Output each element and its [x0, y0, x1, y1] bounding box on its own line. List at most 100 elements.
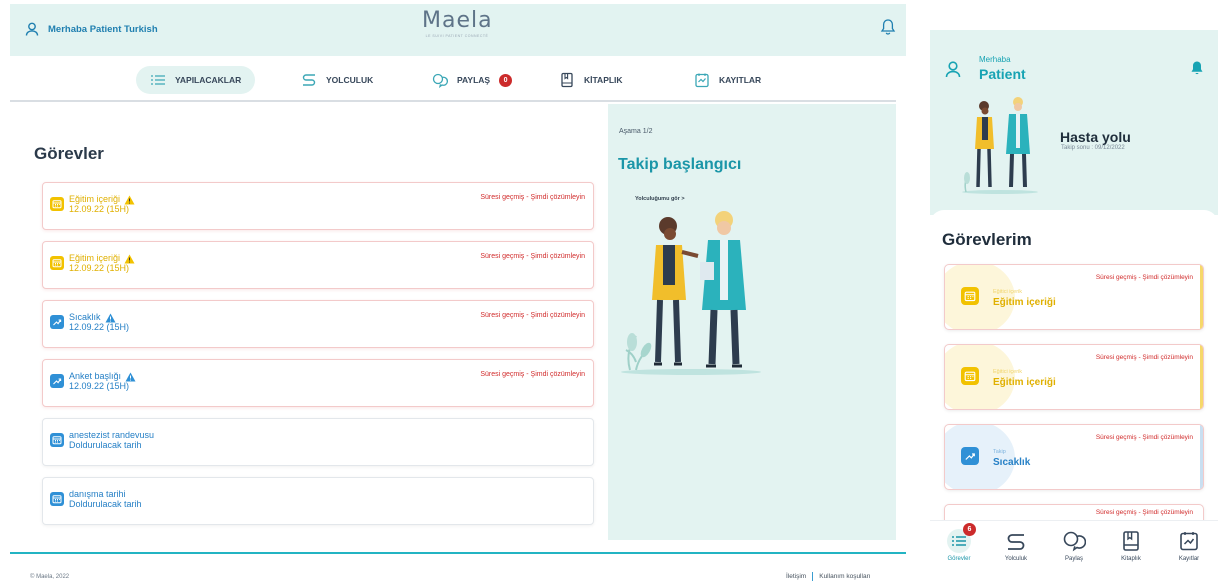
calendar-icon	[50, 197, 64, 211]
overdue-status[interactable]: Süresi geçmiş - Şimdi çözümleyin	[1096, 434, 1193, 441]
task-card[interactable]: Sıcaklık 12.09.22 (15H) Süresi geçmiş - …	[42, 300, 594, 348]
card-category: Eğitici içerik	[993, 369, 1023, 375]
route-icon	[1007, 534, 1025, 550]
logo-tagline: LE SUIVI PATIENT CONNECTÉ	[425, 34, 489, 38]
task-card[interactable]: danışma tarihi Doldurulacak tarih	[42, 477, 594, 525]
mobile-user-name: Patient	[979, 66, 1026, 82]
nav-label: KAYITLAR	[719, 75, 762, 85]
mobile-view: Merhaba Patient Hasta yolu Takip sonu : …	[930, 30, 1218, 583]
warning-icon	[105, 313, 116, 322]
tab-tasks[interactable]: Görevler 6	[934, 523, 984, 562]
main-nav: YAPILACAKLAR YOLCULUK PAYLAŞ 0 KİTAPLIK …	[10, 56, 896, 102]
mobile-task-card[interactable]: Süresi geçmiş - Şimdi çözümleyin Eğitici…	[944, 344, 1204, 410]
overdue-status[interactable]: Süresi geçmiş - Şimdi çözümleyin	[480, 371, 585, 378]
mobile-task-card[interactable]: Süresi geçmiş - Şimdi çözümleyin Takip S…	[944, 424, 1204, 490]
journey-panel: Aşama 1/2 Takip başlangıcı Yolculuğumu g…	[608, 104, 896, 540]
footer-divider	[10, 552, 906, 554]
overdue-status[interactable]: Süresi geçmiş - Şimdi çözümleyin	[480, 253, 585, 260]
calendar-icon	[50, 433, 64, 447]
greeting-text: Merhaba Patient Turkish	[48, 23, 158, 35]
tasks-panel: Görevler Eğitim içeriği 12.09.22 (15H) S…	[10, 104, 608, 540]
card-category: Eğitici içerik	[993, 289, 1023, 295]
card-edge	[1200, 425, 1203, 489]
task-date: Doldurulacak tarih	[69, 499, 142, 509]
card-title: Eğitim içeriği	[993, 377, 1056, 388]
overdue-status[interactable]: Süresi geçmiş - Şimdi çözümleyin	[1096, 509, 1193, 516]
records-icon	[695, 73, 709, 88]
nav-tab-records[interactable]: KAYITLAR	[680, 66, 775, 94]
tab-label: Paylaş	[1064, 556, 1083, 562]
top-bar: Merhaba Patient Turkish Maela LE SUIVI P…	[10, 4, 906, 56]
user-icon	[25, 22, 39, 36]
task-card[interactable]: Eğitim içeriği 12.09.22 (15H) Süresi geç…	[42, 241, 594, 289]
mobile-task-card[interactable]: Süresi geçmiş - Şimdi çözümleyin Eğitici…	[944, 264, 1204, 330]
logo-word: Maela	[422, 8, 493, 33]
nav-label: PAYLAŞ	[457, 75, 491, 85]
mobile-greeting: Merhaba	[979, 55, 1011, 64]
mobile-tab-bar: Görevler 6 Yolculuk Paylaş Kitaplık Kayı…	[930, 520, 1218, 583]
contact-link[interactable]: İletişim	[786, 573, 806, 580]
nav-tab-tasks[interactable]: YAPILACAKLAR	[136, 66, 256, 94]
patient-doctor-illustration	[962, 97, 1038, 194]
nav-tab-library[interactable]: KİTAPLIK	[545, 66, 637, 94]
desktop-view: Merhaba Patient Turkish Maela LE SUIVI P…	[0, 0, 906, 586]
copyright: © Maela, 2022	[30, 574, 70, 580]
task-card[interactable]: anestezist randevusu Doldurulacak tarih	[42, 418, 594, 466]
nav-label: YOLCULUK	[326, 75, 374, 85]
records-icon	[1180, 532, 1198, 551]
trend-icon	[50, 315, 64, 329]
book-icon	[1123, 531, 1139, 551]
calendar-icon	[50, 256, 64, 270]
task-card[interactable]: Anket başlığı 12.09.22 (15H) Süresi geçm…	[42, 359, 594, 407]
terms-link[interactable]: Kullanım koşulları	[819, 573, 870, 580]
warning-icon	[125, 372, 136, 381]
task-date: 12.09.22 (15H)	[69, 204, 130, 214]
calendar-icon	[50, 492, 64, 506]
nav-tab-share[interactable]: PAYLAŞ 0	[418, 66, 526, 94]
tab-share[interactable]: Paylaş	[1049, 529, 1099, 562]
tab-label: Yolculuk	[1004, 556, 1028, 562]
task-date: 12.09.22 (15H)	[69, 322, 130, 332]
notification-bell-icon[interactable]	[880, 18, 896, 36]
user-greeting[interactable]: Merhaba Patient Turkish	[24, 21, 158, 37]
trend-icon	[50, 374, 64, 388]
tasks-count-badge: 6	[963, 523, 976, 536]
journey-end-date: Takip sonu : 09/12/2022	[1061, 145, 1125, 151]
task-card[interactable]: Eğitim içeriği 12.09.22 (15H) Süresi geç…	[42, 182, 594, 230]
share-count-badge: 0	[499, 73, 513, 87]
mobile-tasks-sheet: Görevlerim Süresi geçmiş - Şimdi çözümle…	[930, 210, 1218, 570]
page-title: Görevler	[34, 144, 104, 163]
user-icon[interactable]	[944, 60, 962, 78]
card-title: Sıcaklık	[993, 457, 1031, 468]
chat-icon	[1063, 531, 1086, 552]
tab-label: Kitaplık	[1121, 556, 1141, 562]
card-edge	[1200, 345, 1203, 409]
overdue-status[interactable]: Süresi geçmiş - Şimdi çözümleyin	[1096, 274, 1193, 281]
tab-label: Kayıtlar	[1178, 556, 1200, 562]
tab-records[interactable]: Kayıtlar	[1164, 529, 1214, 562]
tab-library[interactable]: Kitaplık	[1106, 529, 1156, 562]
mobile-tasks-title: Görevlerim	[942, 230, 1032, 249]
overdue-status[interactable]: Süresi geçmiş - Şimdi çözümleyin	[480, 194, 585, 201]
task-date: 12.09.22 (15H)	[69, 381, 130, 391]
journey-stage-title: Takip başlangıcı	[618, 156, 742, 173]
overdue-status[interactable]: Süresi geçmiş - Şimdi çözümleyin	[1096, 354, 1193, 361]
mobile-header: Merhaba Patient Hasta yolu Takip sonu : …	[930, 30, 1218, 215]
card-title: Eğitim içeriği	[993, 297, 1056, 308]
notification-bell-icon[interactable]	[1190, 60, 1204, 76]
chat-icon	[432, 73, 448, 88]
footer-separator	[812, 572, 814, 581]
warning-icon	[124, 195, 135, 204]
route-icon	[302, 74, 316, 86]
maela-logo[interactable]: Maela LE SUIVI PATIENT CONNECTÉ	[422, 8, 493, 39]
tab-journey[interactable]: Yolculuk	[991, 529, 1041, 562]
tab-label: Görevler	[947, 556, 971, 562]
journey-title[interactable]: Hasta yolu	[1060, 129, 1131, 145]
task-date: 12.09.22 (15H)	[69, 263, 130, 273]
warning-icon	[124, 254, 135, 263]
patient-doctor-illustration	[621, 211, 761, 375]
overdue-status[interactable]: Süresi geçmiş - Şimdi çözümleyin	[480, 312, 585, 319]
nav-tab-journey[interactable]: YOLCULUK	[287, 66, 387, 94]
nav-label: KİTAPLIK	[584, 75, 623, 85]
step-indicator: Aşama 1/2	[619, 128, 653, 135]
